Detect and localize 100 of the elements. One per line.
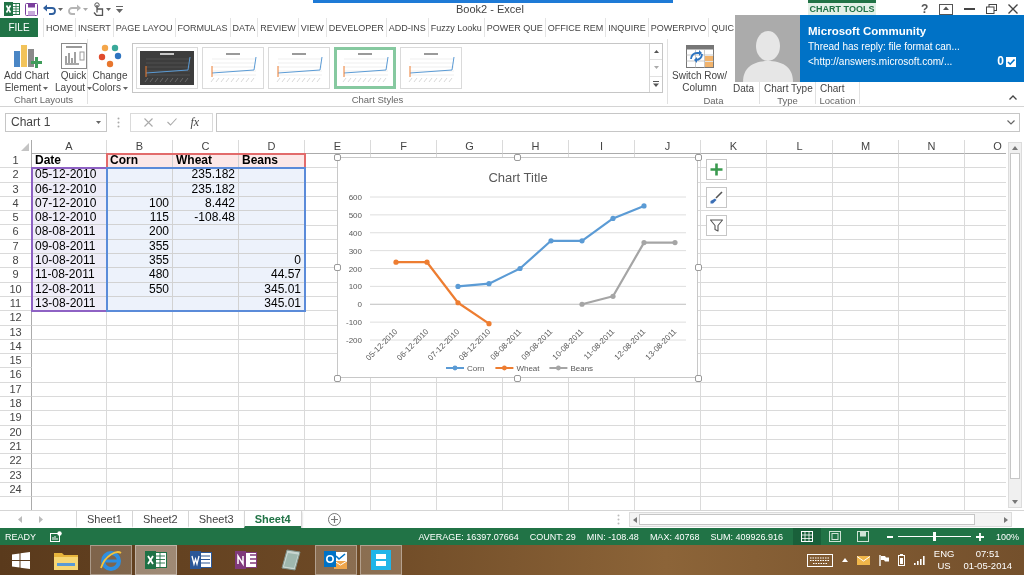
ribbon-button[interactable]: Add Chart Element <box>2 41 52 94</box>
column-header[interactable]: M <box>833 140 899 154</box>
resize-handle[interactable] <box>333 153 341 161</box>
add-sheet-icon[interactable] <box>327 513 341 526</box>
collapse-ribbon-icon[interactable] <box>1009 95 1017 100</box>
ribbon-tab[interactable]: HOME <box>43 18 75 37</box>
column-header[interactable]: K <box>701 140 767 154</box>
ribbon-tab[interactable]: POWERPIVO <box>647 18 709 37</box>
column-header[interactable]: F <box>371 140 437 154</box>
caret-icon[interactable] <box>87 86 93 90</box>
file-tab[interactable]: FILE <box>0 18 38 37</box>
scrollbar-thumb[interactable] <box>639 514 975 525</box>
insert-function-button[interactable]: fx <box>190 115 200 129</box>
row-header[interactable]: 5 <box>0 211 32 226</box>
expand-icon[interactable] <box>1007 119 1015 125</box>
ribbon-tab[interactable]: OFFICE REM <box>544 18 606 37</box>
resize-handle[interactable] <box>514 374 521 382</box>
data-point[interactable] <box>393 259 399 265</box>
chart-elements-button[interactable] <box>706 159 727 180</box>
data-point[interactable] <box>486 281 492 287</box>
ribbon-tab[interactable]: POWER QUE <box>483 18 545 37</box>
ribbon-tab[interactable]: VIEW <box>297 18 326 37</box>
ribbon-tab[interactable]: INQUIRE <box>605 18 648 37</box>
caret-icon[interactable] <box>106 7 111 11</box>
save-icon[interactable] <box>25 2 38 16</box>
caret-up-icon[interactable] <box>841 558 848 562</box>
scroll-up-icon[interactable] <box>653 50 659 54</box>
data-point[interactable] <box>610 215 616 222</box>
customize-toolbar-icon[interactable] <box>116 5 123 13</box>
close-icon[interactable] <box>1007 4 1018 14</box>
ribbon-button[interactable]: Data <box>731 83 757 95</box>
plus-icon[interactable] <box>975 532 984 541</box>
ribbon-tab[interactable]: ADD-INS <box>385 18 428 37</box>
flag-icon[interactable] <box>878 554 889 566</box>
chart-styles-button[interactable] <box>706 187 727 208</box>
status-statistic[interactable]: COUNT: 29 <box>529 531 576 542</box>
data-point[interactable] <box>517 265 523 272</box>
status-statistic[interactable]: MIN: -108.48 <box>586 531 639 542</box>
data-point[interactable] <box>672 240 678 246</box>
column-header[interactable]: O <box>965 140 1006 154</box>
resize-handle[interactable] <box>694 374 702 382</box>
column-header[interactable]: J <box>635 140 701 154</box>
data-point[interactable] <box>548 238 554 244</box>
column-header[interactable]: G <box>437 140 503 154</box>
taskbar-button[interactable] <box>315 545 357 575</box>
minus-icon[interactable] <box>886 535 893 538</box>
formula-input[interactable] <box>216 112 1020 132</box>
resize-handle[interactable] <box>514 153 521 161</box>
ribbon-button[interactable]: Change Colors <box>90 41 130 94</box>
column-header[interactable]: H <box>503 140 569 154</box>
ribbon-tab[interactable]: PAGE LAYOU <box>112 18 175 37</box>
ribbon-tab[interactable]: DEVELOPER <box>325 18 386 37</box>
touch-mode-icon[interactable] <box>93 2 104 16</box>
restore-icon[interactable] <box>986 4 998 14</box>
status-statistic[interactable]: SUM: 409926.916 <box>710 531 783 542</box>
data-point[interactable] <box>610 293 616 299</box>
column-header[interactable]: I <box>569 140 635 154</box>
notification-toast[interactable]: Microsoft Community Thread has reply: file format can... <http://answers.microsoft.com/... 0 <box>735 15 1024 82</box>
data-point[interactable] <box>424 259 430 265</box>
scroll-up-icon[interactable] <box>1012 146 1018 150</box>
resize-handle[interactable] <box>694 153 702 161</box>
data-point[interactable] <box>641 240 647 246</box>
caret-icon[interactable] <box>122 86 128 90</box>
ribbon-button[interactable]: Chart Type <box>762 83 815 95</box>
undo-icon[interactable] <box>43 3 56 15</box>
checkbox-icon[interactable] <box>1006 56 1016 67</box>
chart-filters-button[interactable] <box>706 215 727 236</box>
resize-handle[interactable] <box>333 374 341 382</box>
caret-icon[interactable] <box>58 7 63 11</box>
status-statistic[interactable]: AVERAGE: 16397.07664 <box>418 531 519 542</box>
caret-icon[interactable] <box>96 120 101 124</box>
view-button[interactable] <box>792 528 821 545</box>
ribbon-tab[interactable]: DATA <box>229 18 258 37</box>
data-point[interactable] <box>579 301 585 307</box>
column-header[interactable]: E <box>305 140 371 154</box>
scroll-down-icon[interactable] <box>1012 500 1018 504</box>
ribbon-tab[interactable]: Fuzzy Looku <box>427 18 484 37</box>
data-point[interactable] <box>641 203 647 209</box>
scroll-right-icon[interactable] <box>1004 516 1008 523</box>
data-point[interactable] <box>579 238 585 244</box>
ribbon-tab[interactable]: REVIEW <box>257 18 298 37</box>
ribbon-button[interactable]: Switch Row/ Column <box>670 41 729 94</box>
data-point[interactable] <box>455 300 461 306</box>
cancel-icon[interactable] <box>143 117 153 127</box>
taskbar-button[interactable] <box>360 545 402 575</box>
ribbon-tab[interactable]: FORMULAS <box>174 18 230 37</box>
caret-icon[interactable] <box>43 86 49 90</box>
data-point[interactable] <box>486 321 492 327</box>
macro-icon[interactable] <box>50 531 62 542</box>
check-icon[interactable] <box>166 118 177 126</box>
redo-icon[interactable] <box>68 3 81 15</box>
scrollbar-thumb[interactable] <box>1010 153 1020 479</box>
row-header[interactable]: 15 <box>0 354 32 369</box>
signal-icon[interactable] <box>913 555 925 565</box>
ribbon-button[interactable]: Chart <box>818 83 847 95</box>
sheet-tab[interactable]: Sheet4 <box>243 511 301 528</box>
ribbon-display-options-icon[interactable] <box>939 3 954 15</box>
clock[interactable]: 07:51 01-05-2014 <box>963 548 1012 572</box>
ribbon-tab[interactable]: INSERT <box>75 18 113 37</box>
chart-title[interactable]: Chart Title <box>488 170 548 185</box>
